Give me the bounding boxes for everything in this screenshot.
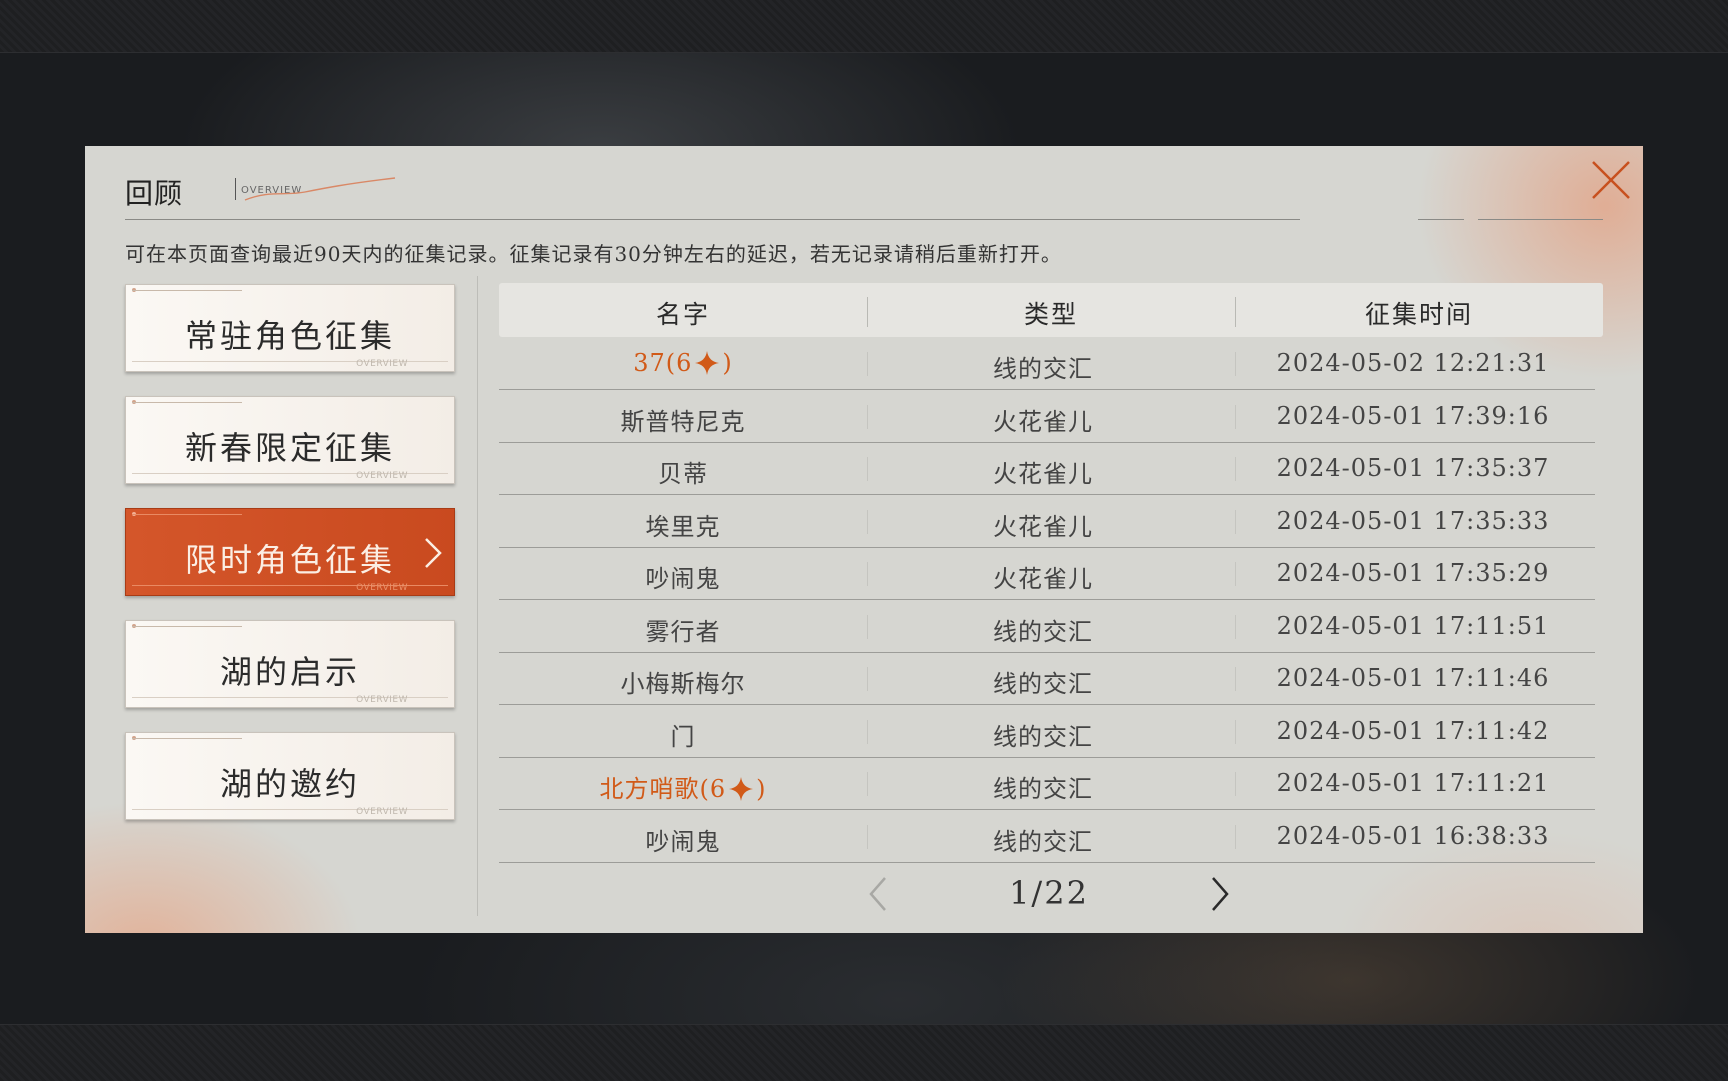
cell-name-text: 小梅斯梅尔	[620, 670, 746, 698]
panel-divider	[477, 276, 478, 916]
table-header: 名字 类型 征集时间	[499, 283, 1603, 337]
cell-name-suffix: )	[722, 349, 733, 377]
table-row: 门 线的交汇 2024-05-01 17:11:42	[499, 705, 1595, 758]
cell-name: 吵闹鬼	[499, 822, 867, 857]
cell-time: 2024-05-01 17:11:46	[1276, 664, 1550, 692]
category-ornament-line	[132, 626, 242, 627]
close-button[interactable]	[1585, 154, 1637, 206]
header-underline	[125, 219, 1300, 220]
notice-text: 可在本页面查询最近90天内的征集记录。征集记录有30分钟左右的延迟，若无记录请稍…	[125, 242, 1062, 266]
cell-type: 线的交汇	[993, 355, 1093, 383]
cell-name: 斯普特尼克	[499, 402, 867, 437]
cell-name: 37(6)	[499, 349, 867, 378]
table-row: 吵闹鬼 线的交汇 2024-05-01 16:38:33	[499, 810, 1595, 863]
cell-name-text: 雾行者	[645, 617, 721, 646]
column-header-name: 名字	[655, 300, 710, 329]
chevron-left-icon	[869, 877, 886, 911]
bottom-bar	[0, 1024, 1728, 1081]
table-row: 北方哨歌(6) 线的交汇 2024-05-01 17:11:21	[499, 757, 1595, 810]
category-tag: OVERVIEW	[356, 471, 408, 481]
category-lake-invitation[interactable]: 湖的邀约 OVERVIEW	[125, 732, 455, 820]
cell-time: 2024-05-01 17:35:33	[1276, 506, 1550, 535]
cell-type: 线的交汇	[993, 722, 1093, 751]
cell-name-text: 门	[670, 722, 696, 751]
category-spring-limited[interactable]: 新春限定征集 OVERVIEW	[125, 396, 455, 484]
header-underline-short	[1418, 219, 1464, 220]
page-indicator: 1/22	[1009, 874, 1089, 912]
category-tag: OVERVIEW	[356, 359, 408, 369]
panel-title: 回顾	[125, 177, 184, 210]
cell-type: 线的交汇	[993, 617, 1093, 646]
category-standard[interactable]: 常驻角色征集 OVERVIEW	[125, 284, 455, 372]
cell-time: 2024-05-01 17:35:29	[1276, 559, 1550, 587]
cell-name: 小梅斯梅尔	[499, 664, 867, 699]
star-icon	[729, 776, 754, 801]
table-row: 雾行者 线的交汇 2024-05-01 17:11:51	[499, 600, 1595, 653]
overview-panel: 回顾 OVERVIEW 可在本页面查询最近90天内的征集记录。征集记录有30分钟…	[85, 146, 1643, 933]
category-tag: OVERVIEW	[356, 695, 408, 705]
category-label: 常驻角色征集	[184, 317, 395, 355]
cell-time: 2024-05-01 17:39:16	[1276, 401, 1550, 430]
cell-name-text: 吵闹鬼	[645, 565, 721, 593]
cell-time: 2024-05-02 12:21:31	[1276, 349, 1550, 377]
category-label: 限时角色征集	[184, 541, 395, 579]
table-row: 贝蒂 火花雀儿 2024-05-01 17:35:37	[499, 442, 1595, 495]
table-row: 埃里克 火花雀儿 2024-05-01 17:35:33	[499, 495, 1595, 548]
pagination: 1/22	[499, 868, 1603, 918]
title-swoosh-icon	[244, 177, 396, 201]
cell-name: 埃里克	[499, 507, 867, 542]
category-ornament-line	[132, 738, 242, 739]
cell-type: 火花雀儿	[993, 565, 1093, 593]
next-page-button[interactable]	[1199, 872, 1239, 916]
cell-type: 火花雀儿	[993, 512, 1093, 541]
category-lake-revelation[interactable]: 湖的启示 OVERVIEW	[125, 620, 455, 708]
cell-time: 2024-05-01 17:11:51	[1276, 611, 1550, 640]
category-tag: OVERVIEW	[356, 583, 408, 593]
category-ornament-line	[132, 514, 242, 515]
table-row: 吵闹鬼 火花雀儿 2024-05-01 17:35:29	[499, 547, 1595, 600]
top-bar	[0, 0, 1728, 53]
chevron-right-icon	[425, 538, 442, 568]
cell-name: 贝蒂	[499, 454, 867, 489]
cell-time: 2024-05-01 17:11:42	[1276, 716, 1550, 745]
column-header-time: 征集时间	[1364, 300, 1473, 329]
category-ornament-line	[132, 290, 242, 291]
cell-name-text: 吵闹鬼	[645, 827, 721, 856]
prev-page-button[interactable]	[859, 872, 899, 916]
cell-type: 线的交汇	[993, 775, 1093, 803]
close-icon	[1592, 161, 1630, 199]
cell-name: 北方哨歌(6)	[499, 769, 867, 804]
category-limited-character[interactable]: 限时角色征集 OVERVIEW	[125, 508, 455, 596]
cell-name-text: 贝蒂	[658, 460, 708, 488]
cell-name-text: 斯普特尼克	[620, 407, 746, 436]
category-label: 新春限定征集	[184, 429, 395, 467]
header-underline-right	[1478, 219, 1603, 220]
category-label: 湖的启示	[219, 653, 360, 691]
table-row: 37(6) 线的交汇 2024-05-02 12:21:31	[499, 337, 1595, 390]
cell-name: 门	[499, 717, 867, 752]
cell-type: 线的交汇	[993, 670, 1093, 698]
cell-time: 2024-05-01 17:35:37	[1276, 454, 1550, 482]
cell-name-suffix: )	[756, 775, 767, 803]
column-header-type: 类型	[1023, 300, 1078, 329]
cell-time: 2024-05-01 16:38:33	[1276, 821, 1550, 850]
cell-name: 吵闹鬼	[499, 559, 867, 594]
cell-name: 雾行者	[499, 612, 867, 647]
cell-name-text: 37(6	[633, 349, 693, 377]
cell-name-text: 埃里克	[645, 512, 721, 541]
star-icon	[695, 350, 720, 375]
table-row: 斯普特尼克 火花雀儿 2024-05-01 17:39:16	[499, 390, 1595, 443]
cell-time: 2024-05-01 17:11:21	[1276, 769, 1550, 797]
cell-name-text: 北方哨歌(6	[599, 775, 727, 803]
category-label: 湖的邀约	[219, 765, 360, 803]
category-tag: OVERVIEW	[356, 807, 408, 817]
cell-type: 线的交汇	[993, 827, 1093, 856]
cell-type: 火花雀儿	[993, 460, 1093, 488]
cell-type: 火花雀儿	[993, 407, 1093, 436]
chevron-right-icon	[1212, 877, 1229, 911]
table-row: 小梅斯梅尔 线的交汇 2024-05-01 17:11:46	[499, 652, 1595, 705]
category-ornament-line	[132, 402, 242, 403]
